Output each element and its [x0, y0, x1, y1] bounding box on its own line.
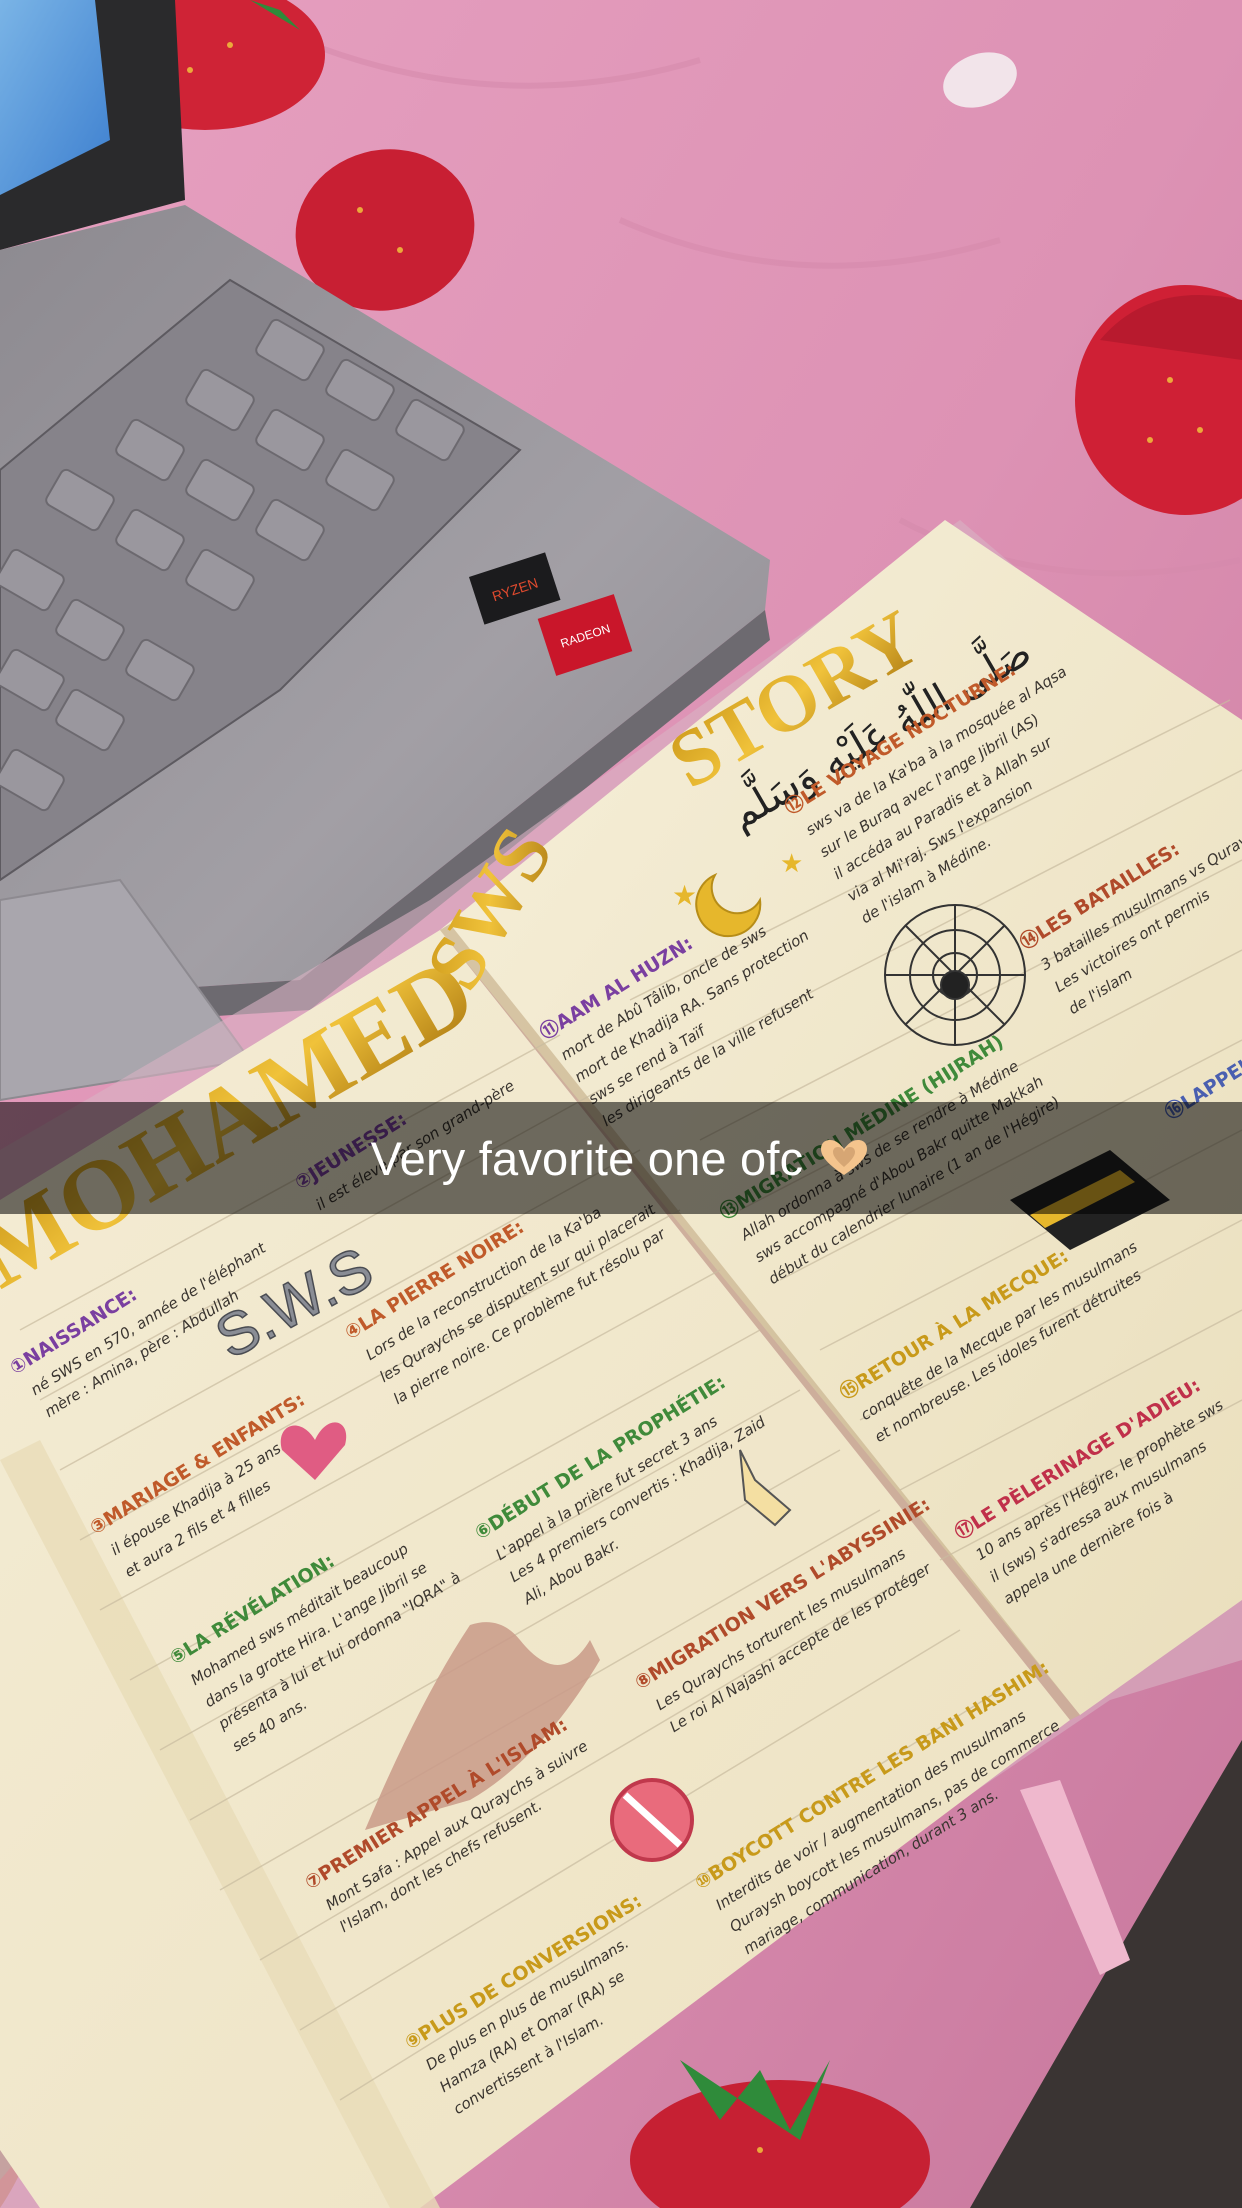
svg-text:★: ★	[672, 879, 697, 912]
snap-caption-bar: Very favorite one ofc	[0, 1102, 1242, 1214]
heart-hands-icon	[821, 1140, 868, 1175]
svg-text:★: ★	[780, 849, 803, 879]
spider-web-drawing	[884, 904, 1026, 1046]
snap-caption: Very favorite one ofc	[370, 1131, 804, 1185]
boycott-sign-drawing	[610, 1778, 694, 1862]
